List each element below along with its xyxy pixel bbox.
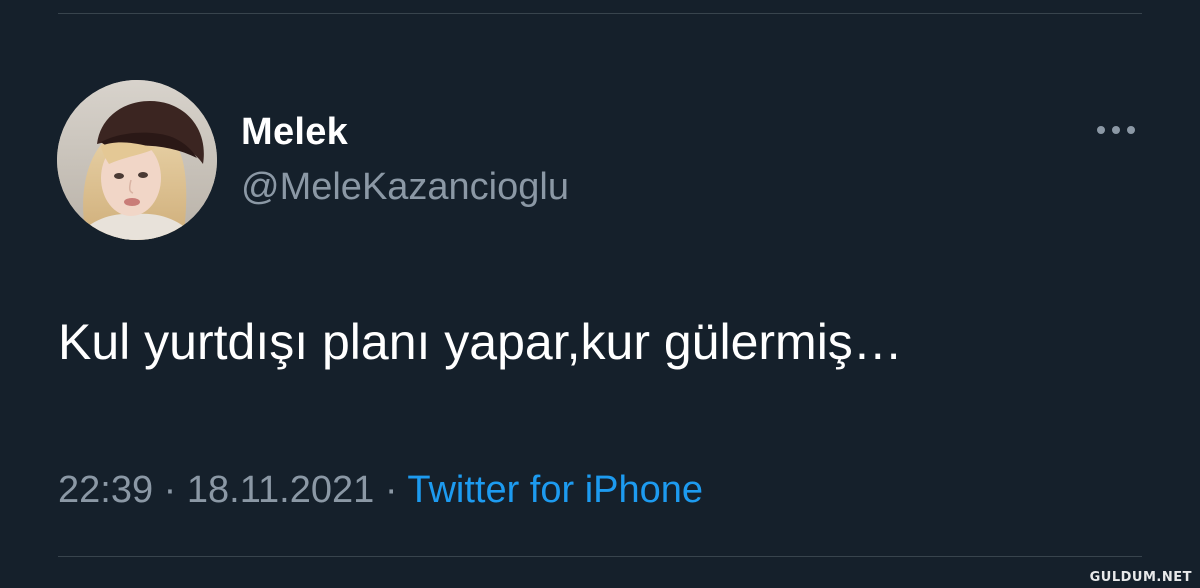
avatar-image <box>57 80 217 240</box>
tweet-metadata: 22:39 · 18.11.2021 · Twitter for iPhone <box>58 467 703 513</box>
meta-separator: · <box>384 469 398 511</box>
avatar[interactable] <box>57 80 217 240</box>
more-options-button[interactable] <box>1090 115 1142 145</box>
bottom-divider <box>58 556 1142 557</box>
tweet-date[interactable]: 18.11.2021 <box>187 469 374 511</box>
top-divider <box>58 13 1142 14</box>
tweet-text: Kul yurtdışı planı yapar,kur gülermiş… <box>58 314 903 370</box>
author-handle[interactable]: @MeleKazancioglu <box>241 165 569 209</box>
tweet-source-link[interactable]: Twitter for iPhone <box>407 469 703 511</box>
watermark: GULDUM.NET <box>1089 570 1192 585</box>
tweet-time[interactable]: 22:39 <box>58 469 153 511</box>
author-display-name[interactable]: Melek <box>241 110 348 154</box>
meta-separator: · <box>163 469 177 511</box>
more-horizontal-icon <box>1097 126 1135 134</box>
